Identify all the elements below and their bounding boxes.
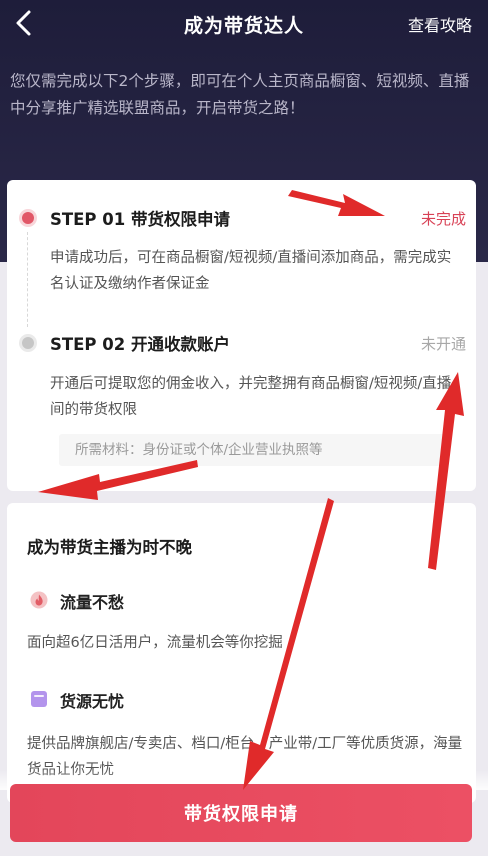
step-connector-line <box>27 232 28 327</box>
required-materials-box: 所需材料：身份证或个体/企业营业执照等 <box>59 434 445 466</box>
step-1-description: 申请成功后，可在商品橱窗/短视频/直播间添加商品，需完成实名认证及缴纳作者保证金 <box>50 250 452 292</box>
step-1-status[interactable]: 未完成 <box>421 208 466 229</box>
intro-text: 您仅需完成以下2个步骤，即可在个人主页商品橱窗、短视频、直播中分享推广精选联盟商… <box>10 72 470 117</box>
step-2-description: 开通后可提取您的佣金收入，并完整拥有商品橱窗/短视频/直播间的带货权限 <box>50 376 452 418</box>
step-2-indicator-dot <box>22 337 34 349</box>
navigation-bar: 成为带货达人 查看攻略 <box>0 0 488 46</box>
step-1-indicator-dot <box>22 212 34 224</box>
benefit-1-title: 流量不愁 <box>60 593 125 612</box>
view-guide-link[interactable]: 查看攻略 <box>408 12 472 36</box>
flame-icon <box>30 591 48 609</box>
benefit-1-description: 面向超6亿日活用户，流量机会等你挖掘 <box>27 635 283 651</box>
step-1-title[interactable]: STEP 01 带货权限申请 <box>50 206 230 230</box>
benefits-title: 成为带货主播为时不晚 <box>27 538 192 557</box>
materials-label: 所需材料： <box>75 442 143 458</box>
benefit-2-title: 货源无忧 <box>60 692 125 711</box>
step-2-title[interactable]: STEP 02 开通收款账户 <box>50 331 230 355</box>
materials-value: 身份证或个体/企业营业执照等 <box>142 442 323 458</box>
bag-icon <box>31 691 47 707</box>
apply-permission-button[interactable]: 带货权限申请 <box>10 784 472 842</box>
step-2-status[interactable]: 未开通 <box>421 333 466 354</box>
